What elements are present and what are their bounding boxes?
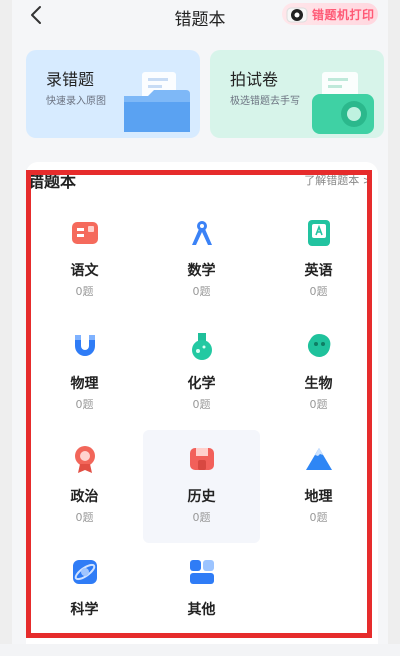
printer-icon [286,7,308,23]
subject-count: 0题 [75,285,94,298]
subject-count: 0题 [75,398,94,411]
cell-icon [307,334,331,357]
magnet-icon [75,335,95,356]
planet-icon [73,560,97,584]
subject-name: 政治 [70,489,99,505]
flask-icon [192,333,212,360]
learn-more-link[interactable]: 了解错题本 > [304,172,372,188]
subject-count: 0题 [192,285,211,298]
subject-name: 英语 [304,263,333,279]
record-mistake-title: 录错题 [46,70,95,89]
subject-count: 0题 [309,511,328,524]
subject-name: 化学 [187,376,216,392]
subject-physics[interactable]: 物理 0题 [26,317,143,430]
subject-math[interactable]: 数学 0题 [143,204,260,317]
mistake-book-section: 错题本 了解错题本 > 语文 0题 数学 0题 英语 0题 物理 0题 化学 0… [26,162,378,644]
record-mistake-subtitle: 快速录入原图 [46,96,106,107]
grid-icon [190,560,214,584]
subject-name: 物理 [70,376,99,392]
mistake-book-screen: 错题本 错题机打印 录错题 快速录入原图 拍试卷 极选错题去手写 错题本 了解错… [12,0,388,644]
subject-english[interactable]: 英语 0题 [260,204,377,317]
camera-icon [312,72,374,134]
right-edge [388,0,400,644]
photo-exam-card[interactable]: 拍试卷 极选错题去手写 [210,50,384,138]
subject-geography[interactable]: 地理 0题 [260,430,377,543]
print-machine-button[interactable]: 错题机打印 [282,3,378,25]
folder-icon [124,72,190,132]
subject-count: 0题 [192,398,211,411]
subject-name: 其他 [187,602,216,618]
mountain-icon [306,448,332,470]
subject-politics[interactable]: 政治 0题 [26,430,143,543]
subject-name: 数学 [187,263,216,279]
subject-name: 地理 [304,489,333,505]
subject-chemistry[interactable]: 化学 0题 [143,317,260,430]
subject-count: 0题 [309,398,328,411]
medal-icon [75,446,95,473]
subject-chinese[interactable]: 语文 0题 [26,204,143,317]
subject-science[interactable]: 科学 [26,543,143,656]
print-label: 错题机打印 [312,7,375,22]
photo-exam-title: 拍试卷 [230,70,279,89]
english-book-icon [308,220,330,246]
section-title: 错题本 [28,172,77,191]
subject-count: 0题 [75,511,94,524]
header: 错题本 错题机打印 [12,0,388,36]
subject-history[interactable]: 历史 0题 [143,430,260,543]
scroll-icon [190,448,214,470]
left-edge [0,0,12,644]
compass-icon [192,221,212,245]
subject-name: 科学 [70,602,99,618]
subject-count: 0题 [309,285,328,298]
subject-count: 0题 [192,511,211,524]
subject-name: 生物 [304,376,333,392]
record-mistake-card[interactable]: 录错题 快速录入原图 [26,50,200,138]
subject-name: 历史 [187,489,216,505]
subject-biology[interactable]: 生物 0题 [260,317,377,430]
photo-exam-subtitle: 极选错题去手写 [230,96,300,107]
subject-name: 语文 [70,263,99,279]
chinese-book-icon [72,222,98,244]
subject-other[interactable]: 其他 [143,543,260,656]
